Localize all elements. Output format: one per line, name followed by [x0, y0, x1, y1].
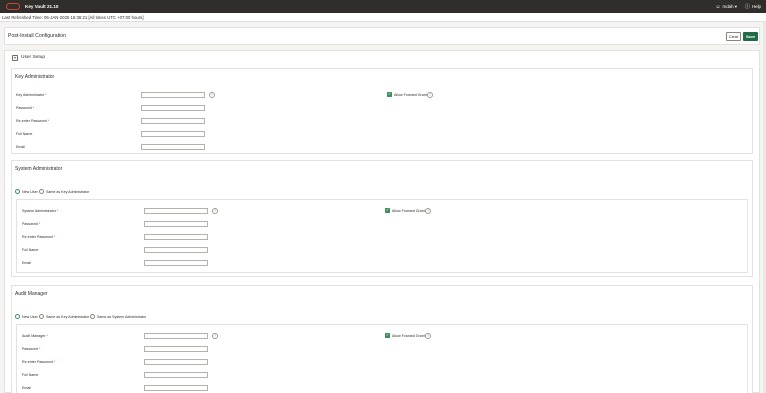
email-label: Email	[22, 261, 31, 265]
radio-label: Same as System Administrator	[97, 315, 147, 319]
help-icon[interactable]: ⓘ	[745, 3, 750, 10]
audit-mgr-forward-grant-checkbox[interactable]: ✓	[385, 333, 390, 338]
audit-mgr-same-as-sys-radio[interactable]	[90, 314, 95, 319]
save-button[interactable]: Save	[743, 32, 758, 41]
user-icon[interactable]: ☺	[715, 4, 720, 10]
audit-mgr-user-fields: Audit Manager * ? ✓ Allow Forward Grant …	[16, 324, 748, 393]
radio-label: Same as Key Administrator	[46, 190, 90, 194]
sys-admin-forward-grant-checkbox[interactable]: ✓	[385, 208, 390, 213]
help-link[interactable]: Help	[752, 4, 761, 9]
sys-admin-full-name-input[interactable]	[144, 247, 208, 253]
help-icon[interactable]: ?	[425, 333, 431, 339]
audit-mgr-email-input[interactable]	[144, 385, 208, 391]
full-name-label: Full Name	[22, 373, 39, 377]
allow-forward-grant-label: Allow Forward Grant	[392, 209, 425, 213]
page-title: Post-Install Configuration	[8, 33, 66, 39]
top-right-menu: ☺ mdah ▾ ⓘ Help	[715, 3, 761, 11]
key-admin-full-name-input[interactable]	[141, 131, 205, 137]
audit-mgr-password-input[interactable]	[144, 346, 208, 352]
email-label: Email	[22, 386, 31, 390]
sys-admin-username-input[interactable]	[144, 208, 208, 214]
key-admin-password-input[interactable]	[141, 105, 205, 111]
sys-admin-email-input[interactable]	[144, 260, 208, 266]
audit-manager-section: Audit Manager New User Same as Key Admin…	[11, 285, 753, 393]
allow-forward-grant-label: Allow Forward Grant	[394, 93, 427, 97]
section-title: Audit Manager	[15, 291, 48, 297]
user-menu[interactable]: mdah	[723, 4, 734, 9]
section-title: Key Administrator	[15, 74, 55, 80]
page-header: Post-Install Configuration Clear Save	[4, 27, 760, 45]
help-icon[interactable]: ?	[212, 208, 218, 214]
user-setup-region: ▾ User Setup Key Administrator Key Admin…	[4, 50, 760, 393]
sys-admin-user-fields: System Administrator * ? ✓ Allow Forward…	[16, 199, 748, 273]
password-label: Password *	[22, 222, 41, 226]
help-icon[interactable]: ?	[425, 208, 431, 214]
sys-admin-username-label: System Administrator *	[22, 209, 59, 213]
radio-label: New User	[22, 190, 38, 194]
top-navigation-bar: Key Vault 21.10 ☺ mdah ▾ ⓘ Help	[0, 0, 766, 13]
password-label: Password *	[22, 347, 41, 351]
reenter-password-label: Re-enter Password *	[16, 119, 50, 123]
collapse-toggle-icon[interactable]: ▾	[12, 55, 18, 61]
full-name-label: Full Name	[22, 248, 39, 252]
audit-mgr-reenter-password-input[interactable]	[144, 359, 208, 365]
sys-admin-password-input[interactable]	[144, 221, 208, 227]
section-title: System Administrator	[15, 166, 63, 172]
help-icon[interactable]: ?	[427, 92, 433, 98]
user-setup-title: User Setup	[21, 55, 45, 60]
sys-admin-same-as-key-radio[interactable]	[39, 189, 44, 194]
audit-mgr-full-name-input[interactable]	[144, 372, 208, 378]
audit-mgr-same-as-key-radio[interactable]	[39, 314, 44, 319]
reenter-password-label: Re-enter Password *	[22, 360, 56, 364]
oracle-logo-icon	[6, 3, 20, 10]
key-admin-reenter-password-input[interactable]	[141, 118, 205, 124]
audit-mgr-username-input[interactable]	[144, 333, 208, 339]
clear-button[interactable]: Clear	[726, 32, 741, 41]
radio-label: New User	[22, 315, 38, 319]
system-administrator-section: System Administrator New User Same as Ke…	[11, 160, 753, 277]
key-administrator-section: Key Administrator Key Administrator * ? …	[11, 68, 753, 154]
sys-admin-new-user-radio[interactable]	[15, 189, 20, 194]
audit-mgr-new-user-radio[interactable]	[15, 314, 20, 319]
key-admin-username-input[interactable]	[141, 92, 205, 98]
password-label: Password *	[16, 106, 35, 110]
allow-forward-grant-label: Allow Forward Grant	[392, 334, 425, 338]
audit-mgr-username-label: Audit Manager *	[22, 334, 48, 338]
app-title: Key Vault 21.10	[25, 4, 59, 9]
help-icon[interactable]: ?	[212, 333, 218, 339]
key-admin-email-input[interactable]	[141, 144, 205, 150]
key-admin-forward-grant-checkbox[interactable]: ✓	[387, 92, 392, 97]
reenter-password-label: Re-enter Password *	[22, 235, 56, 239]
full-name-label: Full Name	[16, 132, 33, 136]
last-refreshed-text: Last Refreshed Time: 05-JAN-2025 15:36:2…	[0, 13, 766, 22]
radio-label: Same as Key Administrator	[46, 315, 90, 319]
key-admin-username-label: Key Administrator *	[16, 93, 47, 97]
email-label: Email	[16, 145, 25, 149]
help-icon[interactable]: ?	[209, 92, 215, 98]
chevron-down-icon[interactable]: ▾	[734, 4, 737, 10]
sys-admin-reenter-password-input[interactable]	[144, 234, 208, 240]
